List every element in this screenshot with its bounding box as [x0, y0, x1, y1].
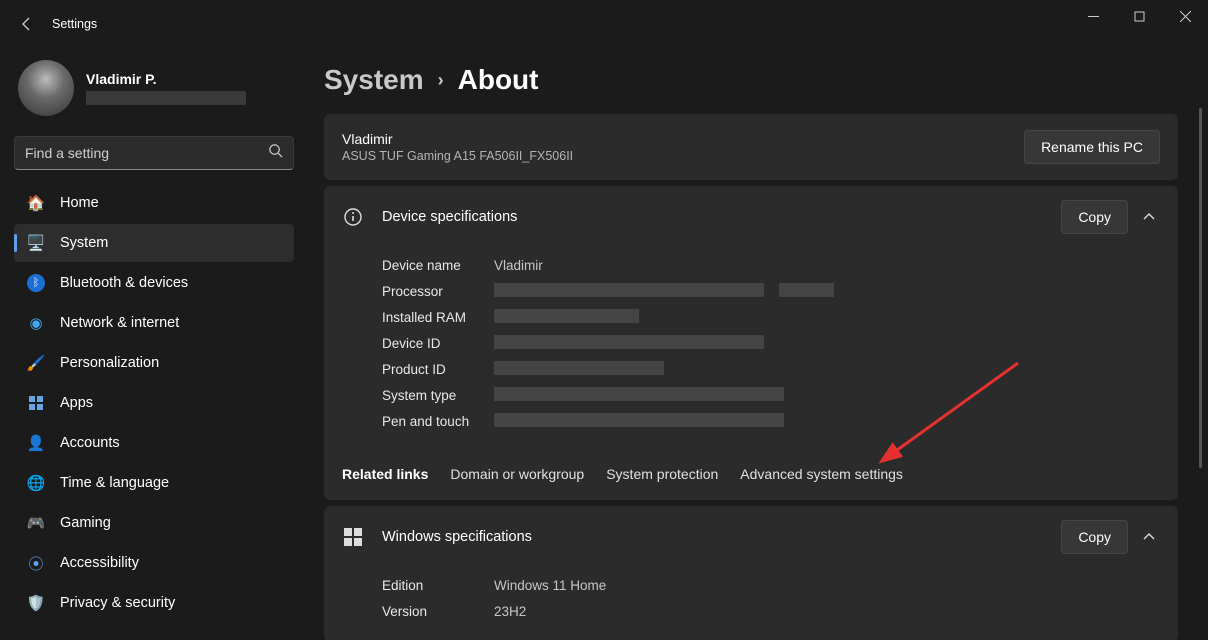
link-system-protection[interactable]: System protection	[606, 466, 718, 482]
device-specs-title: Device specifications	[382, 209, 1061, 225]
wifi-icon: ◉	[26, 313, 46, 333]
breadcrumb: System › About	[324, 64, 1204, 96]
related-title: Related links	[342, 466, 428, 482]
chevron-right-icon: ›	[438, 70, 444, 91]
windows-specs-title: Windows specifications	[382, 529, 1061, 545]
spec-val-redacted	[494, 335, 764, 352]
breadcrumb-parent[interactable]: System	[324, 64, 424, 96]
window-title: Settings	[52, 17, 97, 31]
nav-bluetooth[interactable]: ᛒBluetooth & devices	[14, 264, 294, 302]
link-advanced-system-settings[interactable]: Advanced system settings	[740, 466, 903, 482]
spec-val: Vladimir	[494, 258, 543, 273]
pc-model: ASUS TUF Gaming A15 FA506II_FX506II	[342, 149, 573, 163]
windows-icon	[342, 526, 364, 548]
close-button[interactable]	[1162, 0, 1208, 32]
spec-key: Installed RAM	[382, 310, 494, 325]
apps-icon	[26, 393, 46, 413]
spec-val-redacted	[494, 387, 784, 404]
pc-card: Vladimir ASUS TUF Gaming A15 FA506II_FX5…	[324, 114, 1178, 180]
profile-email-redacted	[86, 91, 246, 105]
nav-system[interactable]: 🖥️System	[14, 224, 294, 262]
profile-block[interactable]: Vladimir P.	[14, 56, 294, 130]
related-links: Related links Domain or workgroup System…	[324, 452, 1178, 500]
nav-apps[interactable]: Apps	[14, 384, 294, 422]
nav-gaming[interactable]: 🎮Gaming	[14, 504, 294, 542]
accessibility-icon: ⦿	[26, 553, 46, 573]
minimize-button[interactable]	[1070, 0, 1116, 32]
spec-key: System type	[382, 388, 494, 403]
pc-name: Vladimir	[342, 131, 573, 147]
brush-icon: 🖌️	[26, 353, 46, 373]
profile-name: Vladimir P.	[86, 71, 246, 87]
spec-key: Device ID	[382, 336, 494, 351]
nav-privacy[interactable]: 🛡️Privacy & security	[14, 584, 294, 622]
nav-personalization[interactable]: 🖌️Personalization	[14, 344, 294, 382]
nav-accessibility[interactable]: ⦿Accessibility	[14, 544, 294, 582]
nav-network[interactable]: ◉Network & internet	[14, 304, 294, 342]
spec-key: Device name	[382, 258, 494, 273]
bluetooth-icon: ᛒ	[26, 273, 46, 293]
windows-specs-card: Windows specifications Copy EditionWindo…	[324, 506, 1178, 640]
search-placeholder: Find a setting	[25, 145, 268, 161]
link-domain-workgroup[interactable]: Domain or workgroup	[450, 466, 584, 482]
rename-pc-button[interactable]: Rename this PC	[1024, 130, 1160, 164]
shield-icon: 🛡️	[26, 593, 46, 613]
spec-val-redacted	[494, 309, 639, 326]
spec-key: Pen and touch	[382, 414, 494, 429]
device-specs-card: Device specifications Copy Device nameVl…	[324, 186, 1178, 500]
spec-val-redacted	[494, 283, 834, 300]
copy-windows-specs-button[interactable]: Copy	[1061, 520, 1128, 554]
spec-val-redacted	[494, 413, 784, 430]
breadcrumb-current: About	[458, 64, 539, 96]
search-icon	[268, 143, 283, 163]
collapse-device-specs[interactable]	[1138, 210, 1160, 224]
info-icon	[342, 206, 364, 228]
avatar	[18, 60, 74, 116]
search-input[interactable]: Find a setting	[14, 136, 294, 170]
globe-clock-icon: 🌐	[26, 473, 46, 493]
home-icon: 🏠	[26, 193, 46, 213]
copy-device-specs-button[interactable]: Copy	[1061, 200, 1128, 234]
nav-home[interactable]: 🏠Home	[14, 184, 294, 222]
spec-val: Windows 11 Home	[494, 578, 606, 593]
spec-val-redacted	[494, 361, 664, 378]
nav-time-language[interactable]: 🌐Time & language	[14, 464, 294, 502]
spec-key: Edition	[382, 578, 494, 593]
scrollbar[interactable]	[1199, 108, 1202, 468]
spec-key: Processor	[382, 284, 494, 299]
spec-key: Version	[382, 604, 494, 619]
spec-key: Product ID	[382, 362, 494, 377]
system-icon: 🖥️	[26, 233, 46, 253]
maximize-button[interactable]	[1116, 0, 1162, 32]
user-icon: 👤	[26, 433, 46, 453]
back-button[interactable]	[12, 9, 42, 39]
nav-accounts[interactable]: 👤Accounts	[14, 424, 294, 462]
collapse-windows-specs[interactable]	[1138, 530, 1160, 544]
spec-val: 23H2	[494, 604, 526, 619]
gamepad-icon: 🎮	[26, 513, 46, 533]
